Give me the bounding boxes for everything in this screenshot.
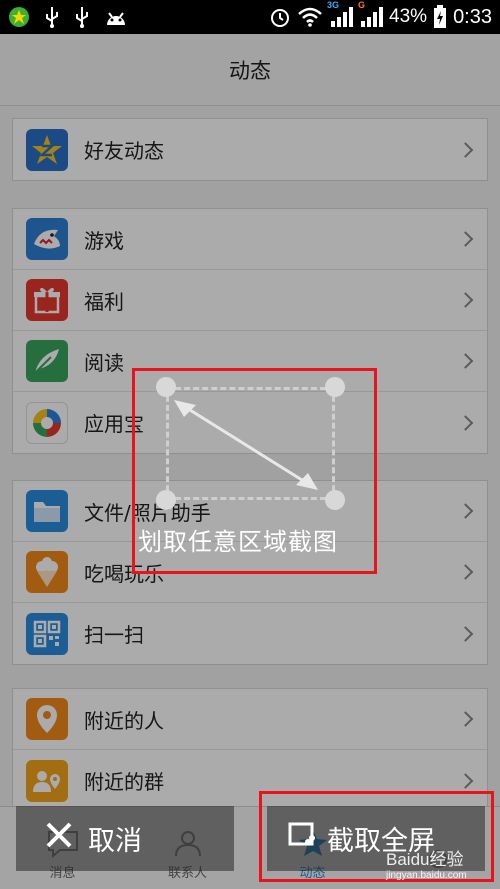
app-notification-icon	[8, 6, 30, 28]
alarm-icon	[269, 6, 291, 28]
usb-icon	[74, 6, 90, 28]
status-bar: 3G G 43% 0:33	[0, 0, 500, 34]
baidu-watermark: Baidu经验 jingyan.baidu.com	[386, 845, 467, 881]
signal-g-icon: G	[358, 0, 384, 28]
diagonal-arrow-icon	[174, 400, 318, 490]
drag-hint-text: 划取任意区域截图	[138, 528, 338, 556]
battery-percent: 43%	[389, 6, 428, 27]
watermark-url: jingyan.baidu.com	[386, 870, 467, 881]
wifi-icon	[297, 7, 323, 27]
battery-charging-icon	[433, 5, 447, 29]
selection-handle[interactable]	[325, 377, 345, 397]
android-icon	[104, 7, 128, 27]
selection-handle[interactable]	[156, 377, 176, 397]
cancel-label: 取消	[88, 826, 142, 857]
cancel-button[interactable]: 取消	[16, 806, 234, 871]
clock-time: 0:33	[453, 5, 492, 28]
close-icon	[44, 820, 74, 857]
signal-3g-icon: 3G	[327, 0, 354, 28]
usb-icon	[44, 6, 60, 28]
watermark-brand: Baidu经验	[386, 850, 464, 869]
